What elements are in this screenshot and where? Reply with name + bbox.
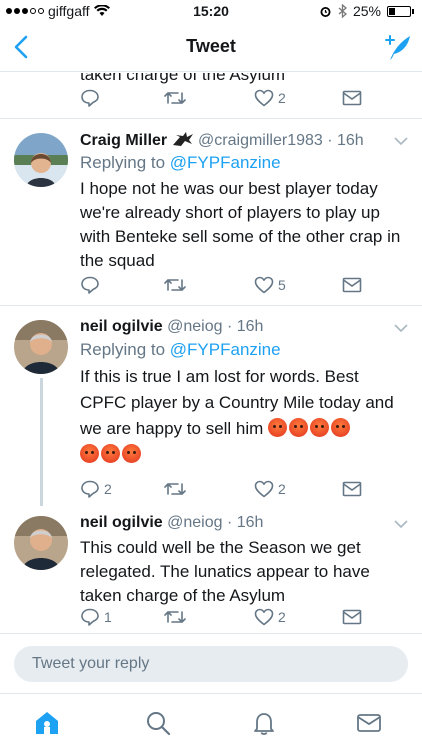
replying-to: Replying to @FYPFanzine — [80, 340, 281, 360]
heart-icon — [254, 89, 274, 107]
reply-button[interactable] — [80, 275, 104, 295]
heart-icon — [254, 276, 274, 294]
like-count: 2 — [278, 609, 286, 625]
chevron-down-icon[interactable] — [394, 519, 408, 529]
retweet-icon — [164, 279, 186, 291]
search-icon[interactable] — [145, 710, 171, 736]
reply-icon — [81, 608, 99, 626]
avatar[interactable] — [14, 516, 68, 570]
tweet-text: This could well be the Season we get rel… — [80, 538, 370, 605]
reply-icon — [81, 480, 99, 498]
tweet-neil-ogilvie-1[interactable]: neil ogilvie @neiog · 16h Replying to @F… — [0, 306, 422, 506]
direct-message-button[interactable] — [342, 481, 362, 497]
messages-envelope-icon[interactable] — [356, 710, 382, 736]
tweet-header: neil ogilvie @neiog · 16h — [80, 514, 263, 532]
tweet-actions: 2 — [80, 87, 380, 109]
display-name[interactable]: Craig Miller — [80, 132, 167, 149]
display-name[interactable]: neil ogilvie — [80, 318, 163, 335]
reply-input[interactable]: Tweet your reply — [14, 646, 408, 682]
home-icon[interactable] — [34, 710, 60, 736]
retweet-icon — [164, 611, 186, 623]
reply-icon — [81, 89, 99, 107]
retweet-button[interactable] — [164, 480, 186, 498]
tab-bar — [0, 693, 422, 750]
status-right: 25% — [319, 3, 414, 19]
tweet-text: I hope not he was our best player today … — [80, 179, 401, 270]
bluetooth-icon — [338, 4, 347, 18]
retweet-button[interactable] — [164, 276, 186, 294]
tweet-header: Craig Miller @craigmiller1983 · 16h — [80, 131, 364, 150]
replying-to-label: Replying to — [80, 153, 170, 172]
chevron-down-icon[interactable] — [394, 323, 408, 333]
tweet-time: · 16h — [226, 514, 264, 531]
tweet-actions: 1 2 — [80, 606, 380, 628]
tweet-neil-ogilvie-2[interactable]: neil ogilvie @neiog · 16h This could wel… — [0, 506, 422, 633]
user-handle: @neiog — [167, 514, 223, 531]
retweet-button[interactable] — [164, 89, 186, 107]
angry-face-emoji — [80, 444, 143, 464]
reply-count: 2 — [104, 481, 112, 497]
envelope-icon — [342, 90, 362, 106]
like-count: 2 — [278, 90, 286, 106]
nav-header: Tweet — [0, 22, 422, 72]
page-title: Tweet — [186, 36, 236, 56]
replying-to-label: Replying to — [80, 340, 170, 359]
partial-tweet[interactable]: taken charge of the Asylum 2 — [0, 73, 422, 119]
avatar[interactable] — [14, 133, 68, 187]
tweet-craig-miller[interactable]: Craig Miller @craigmiller1983 · 16h Repl… — [0, 119, 422, 306]
heart-icon — [254, 608, 274, 626]
tweet-actions: 5 — [80, 274, 380, 296]
notifications-bell-icon[interactable] — [251, 710, 277, 736]
tweet-time: · 16h — [327, 132, 364, 149]
like-button[interactable]: 2 — [254, 89, 286, 107]
reply-composer-bar: Tweet your reply — [0, 633, 422, 691]
retweet-icon — [164, 483, 186, 495]
battery-percent: 25% — [352, 3, 381, 19]
user-handle: @neiog — [167, 318, 223, 335]
direct-message-button[interactable] — [342, 90, 362, 106]
retweet-button[interactable] — [164, 608, 186, 626]
tweet-actions: 2 2 — [80, 478, 380, 500]
battery-icon — [387, 5, 411, 17]
reply-button[interactable]: 2 — [80, 479, 112, 499]
display-name[interactable]: neil ogilvie — [80, 514, 163, 531]
chevron-down-icon[interactable] — [394, 136, 408, 146]
like-count: 2 — [278, 481, 286, 497]
partial-tweet-text: taken charge of the Asylum — [80, 73, 286, 84]
angry-face-emoji — [268, 418, 352, 438]
like-count: 5 — [278, 277, 286, 293]
user-handle: @craigmiller1983 — [198, 132, 323, 149]
direct-message-button[interactable] — [342, 609, 362, 625]
status-bar: giffgaff 15:20 25% — [0, 0, 422, 22]
reply-icon — [81, 276, 99, 294]
mention-link[interactable]: @FYPFanzine — [170, 153, 281, 172]
reply-button[interactable]: 1 — [80, 607, 112, 627]
like-button[interactable]: 2 — [254, 608, 286, 626]
tweet-header: neil ogilvie @neiog · 16h — [80, 318, 263, 336]
compose-tweet-icon[interactable] — [380, 32, 412, 62]
like-button[interactable]: 2 — [254, 480, 286, 498]
replying-to: Replying to @FYPFanzine — [80, 153, 281, 173]
envelope-icon — [342, 277, 362, 293]
tweet-text-block: If this is true I am lost for words. Bes… — [80, 364, 405, 468]
direct-message-button[interactable] — [342, 277, 362, 293]
avatar[interactable] — [14, 320, 68, 374]
bird-emblem-icon — [172, 132, 193, 146]
like-button[interactable]: 5 — [254, 276, 286, 294]
reply-count: 1 — [104, 609, 112, 625]
envelope-icon — [342, 609, 362, 625]
heart-icon — [254, 480, 274, 498]
mention-link[interactable]: @FYPFanzine — [170, 340, 281, 359]
alarm-icon — [320, 6, 331, 17]
retweet-icon — [164, 92, 186, 104]
reply-button[interactable] — [80, 88, 104, 108]
tweet-time: · 16h — [226, 318, 264, 335]
envelope-icon — [342, 481, 362, 497]
